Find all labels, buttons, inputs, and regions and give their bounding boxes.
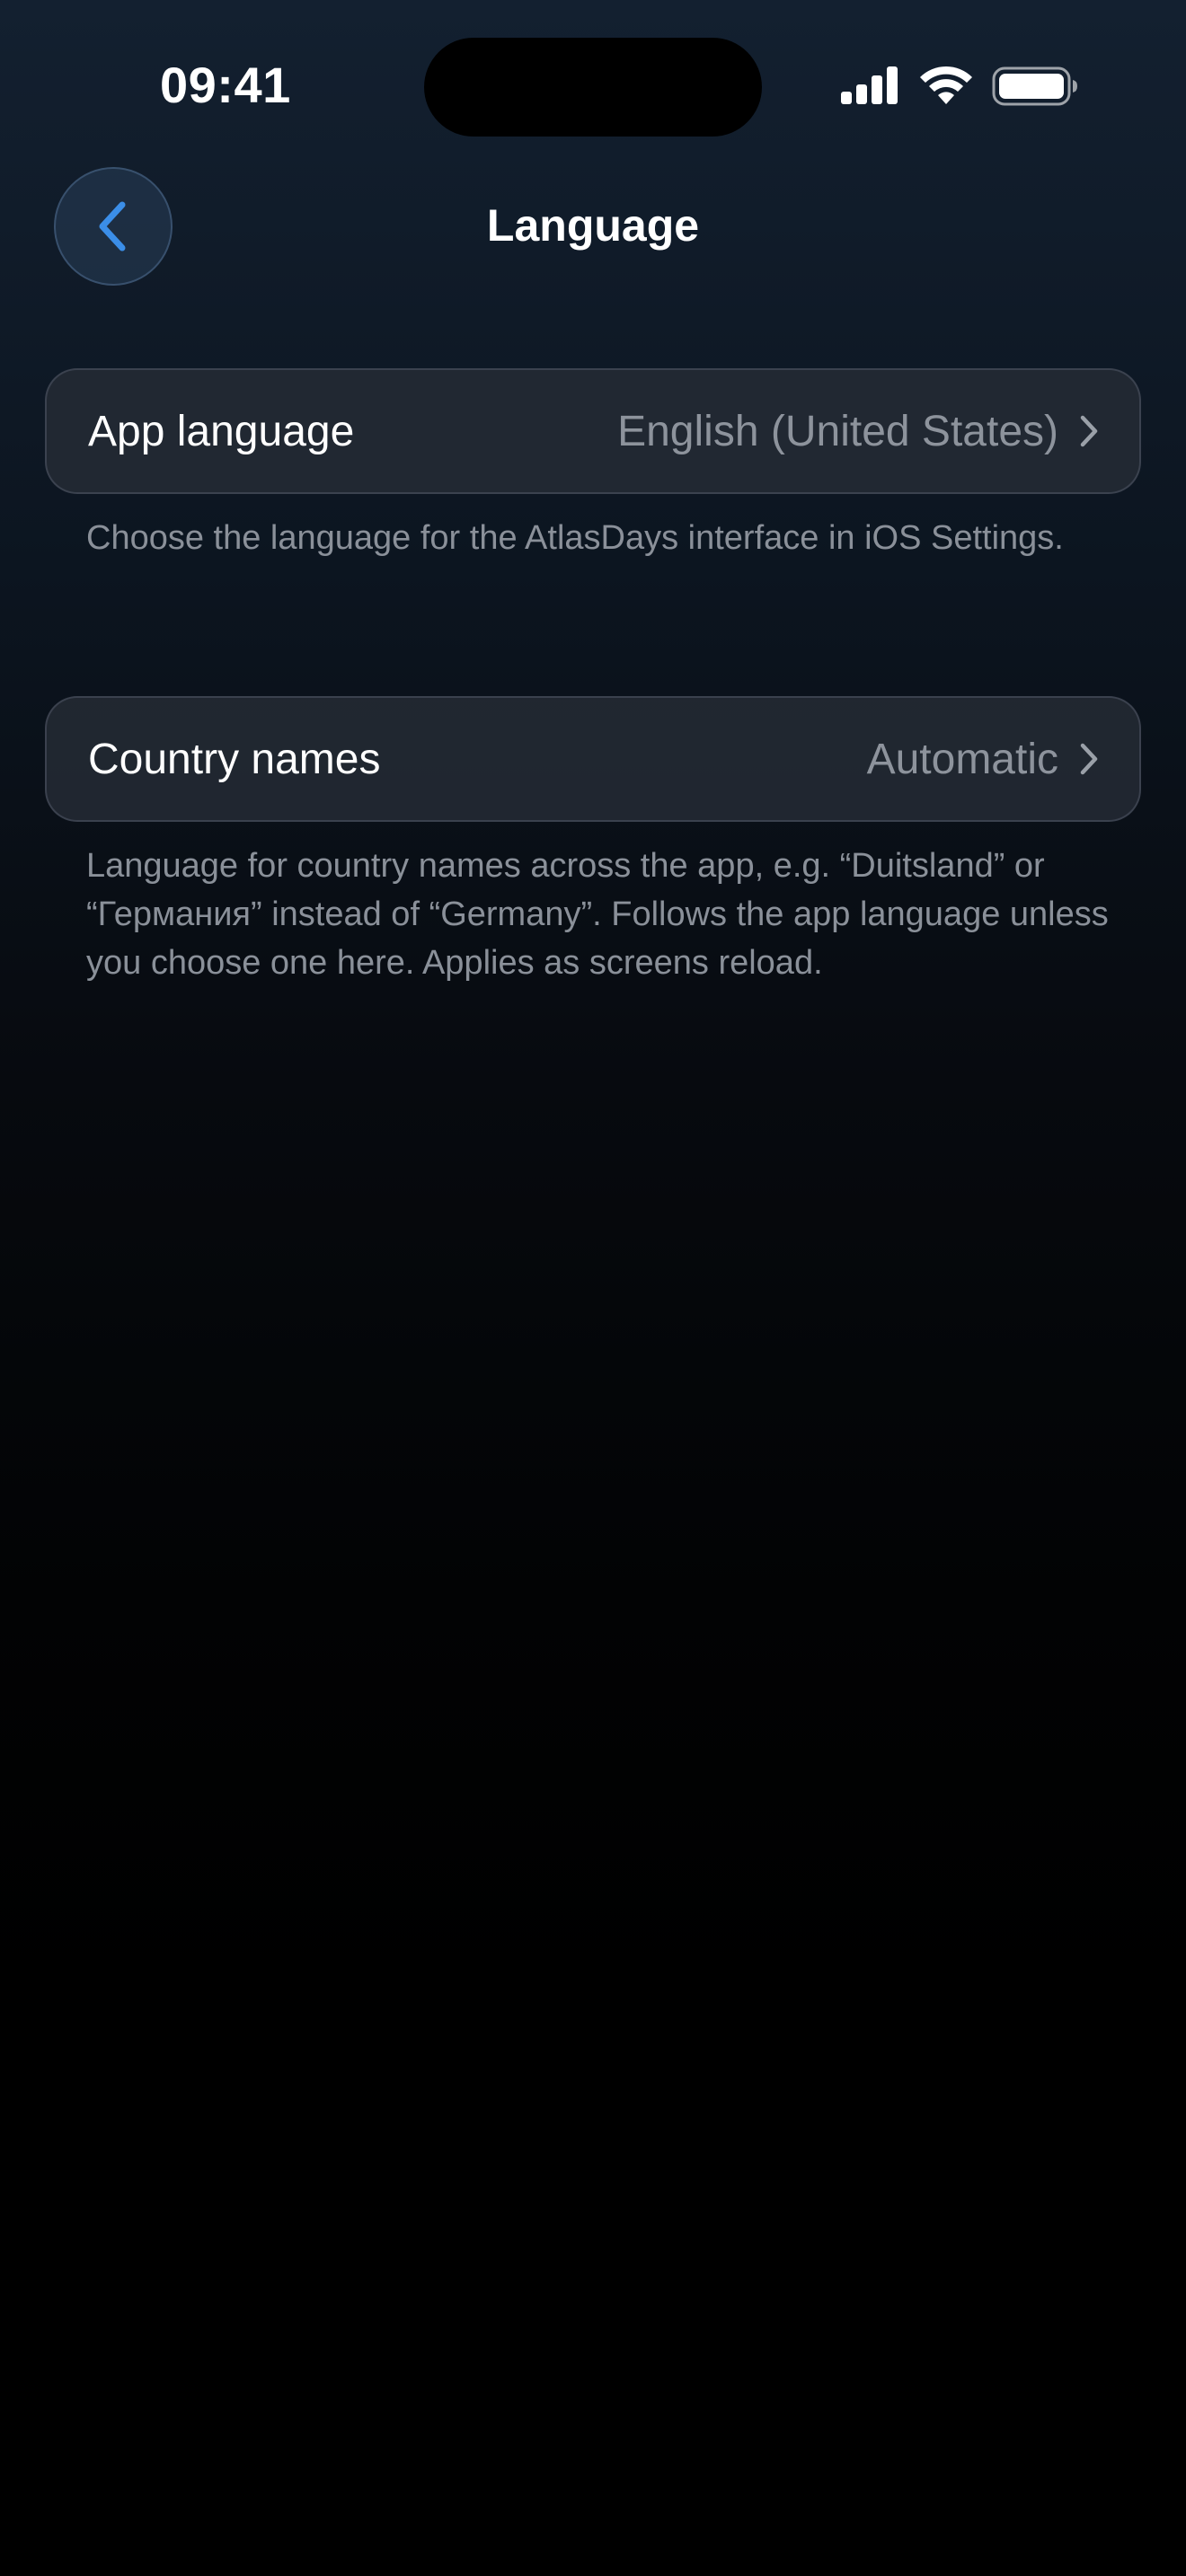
app-language-value: English (United States)	[617, 407, 1058, 455]
page-title: Language	[486, 200, 700, 251]
battery-icon	[992, 66, 1077, 106]
country-names-label: Country names	[88, 735, 381, 783]
cellular-signal-icon	[841, 66, 898, 104]
chevron-right-icon	[1078, 741, 1100, 777]
chevron-right-icon	[1078, 413, 1100, 449]
wifi-icon	[920, 66, 972, 104]
country-names-value: Automatic	[866, 735, 1058, 783]
country-names-row[interactable]: Country names Automatic	[45, 696, 1141, 822]
app-language-footnote: Choose the language for the AtlasDays in…	[86, 519, 1064, 557]
app-language-label: App language	[88, 407, 355, 455]
country-names-footnote: Language for country names across the ap…	[86, 847, 1109, 982]
status-time: 09:41	[160, 57, 291, 113]
app-language-row[interactable]: App language English (United States)	[45, 368, 1141, 494]
dynamic-island	[424, 38, 762, 137]
